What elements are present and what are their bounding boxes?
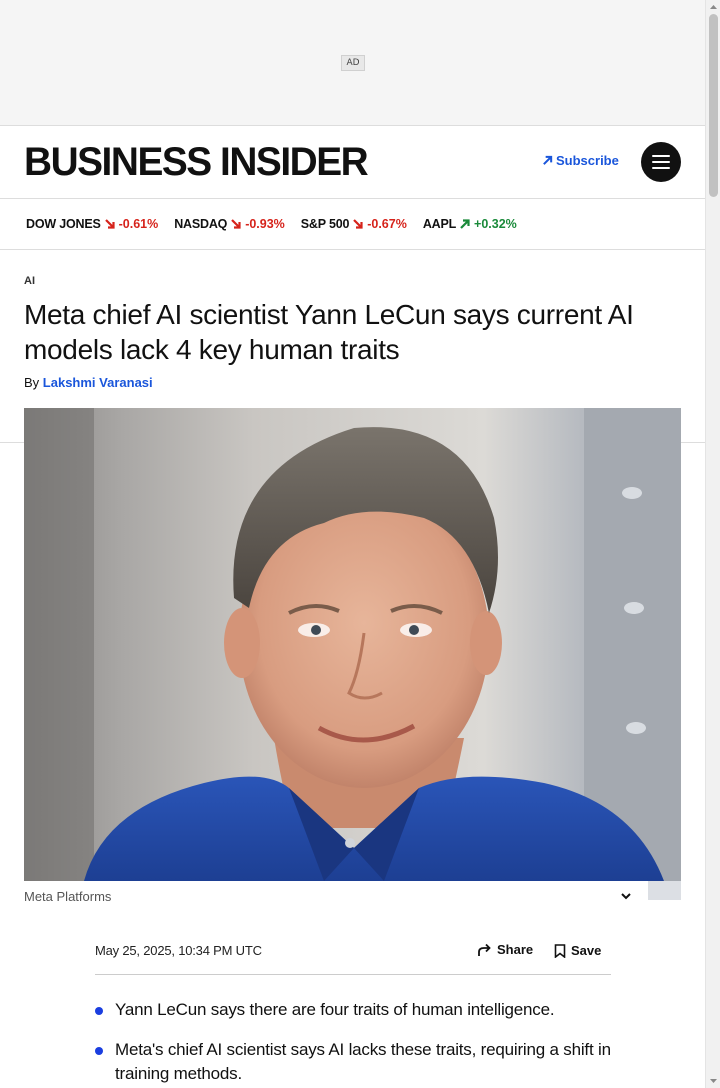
share-icon bbox=[478, 943, 491, 956]
publish-date: May 25, 2025, 10:34 PM UTC bbox=[95, 943, 262, 958]
arrow-up-right-icon bbox=[543, 155, 553, 165]
article-category[interactable]: AI bbox=[24, 275, 35, 287]
subscribe-label: Subscribe bbox=[556, 153, 619, 168]
scrollbar[interactable] bbox=[705, 0, 720, 1088]
ticker-item-sp500[interactable]: S&P 500 -0.67% bbox=[301, 217, 407, 231]
scroll-down-icon[interactable] bbox=[709, 1077, 718, 1085]
key-points-list: Yann LeCun says there are four traits of… bbox=[95, 998, 611, 1088]
ticker-symbol: AAPL bbox=[422, 217, 457, 231]
key-point-text: Yann LeCun says there are four traits of… bbox=[115, 1000, 555, 1019]
share-button[interactable]: Share bbox=[477, 942, 533, 957]
key-point-text: Meta's chief AI scientist says AI lacks … bbox=[115, 1040, 611, 1083]
ticker-change: -0.61% bbox=[118, 217, 159, 231]
scrollbar-thumb[interactable] bbox=[709, 14, 718, 197]
chevron-down-icon[interactable] bbox=[619, 889, 633, 903]
subscribe-button[interactable]: Subscribe bbox=[542, 153, 619, 168]
arrow-up-right-icon bbox=[460, 219, 470, 229]
save-label: Save bbox=[571, 943, 602, 958]
article-meta-row: May 25, 2025, 10:34 PM UTC Share Save bbox=[95, 930, 611, 975]
ticker-symbol: S&P 500 bbox=[300, 217, 350, 231]
share-label: Share bbox=[497, 942, 534, 957]
ticker-change: -0.93% bbox=[245, 217, 285, 231]
ad-slot[interactable]: AD bbox=[0, 0, 705, 126]
bullet-icon bbox=[95, 1047, 103, 1055]
byline: By Lakshmi Varanasi bbox=[24, 375, 153, 390]
bookmark-icon bbox=[554, 943, 566, 958]
ticker-item-dow[interactable]: DOW JONES -0.61% bbox=[26, 217, 158, 231]
article-headline: Meta chief AI scientist Yann LeCun says … bbox=[24, 299, 634, 365]
bullet-icon bbox=[95, 1007, 103, 1015]
image-edge bbox=[648, 881, 681, 900]
ad-label: AD bbox=[341, 55, 365, 71]
ticker-symbol: NASDAQ bbox=[174, 217, 228, 231]
image-caption: Meta Platforms bbox=[24, 889, 112, 904]
scroll-up-icon[interactable] bbox=[709, 3, 718, 11]
site-header: BUSINESS INSIDER Subscribe bbox=[0, 126, 705, 199]
page: AD BUSINESS INSIDER Subscribe DOW JONES … bbox=[0, 0, 705, 1088]
ticker-symbol: DOW JONES bbox=[26, 217, 101, 231]
byline-prefix: By bbox=[24, 375, 40, 390]
arrow-down-right-icon bbox=[353, 219, 363, 229]
arrow-down-right-icon bbox=[104, 219, 115, 229]
hero-image[interactable] bbox=[24, 408, 681, 881]
author-link[interactable]: Lakshmi Varanasi bbox=[43, 375, 153, 390]
ticker-change: +0.32% bbox=[474, 217, 517, 231]
key-point: Yann LeCun says there are four traits of… bbox=[95, 998, 611, 1022]
hamburger-icon bbox=[652, 155, 670, 169]
menu-button[interactable] bbox=[641, 142, 681, 182]
save-button[interactable]: Save bbox=[554, 943, 601, 958]
ticker-change: -0.67% bbox=[367, 217, 407, 231]
ticker-item-nasdaq[interactable]: NASDAQ -0.93% bbox=[174, 217, 285, 231]
portrait-photo bbox=[24, 408, 681, 881]
market-ticker: DOW JONES -0.61% NASDAQ -0.93% S&P 500 -… bbox=[0, 199, 705, 250]
key-point: Meta's chief AI scientist says AI lacks … bbox=[95, 1038, 611, 1086]
site-logo[interactable]: BUSINESS INSIDER bbox=[24, 140, 369, 184]
ticker-item-aapl[interactable]: AAPL +0.32% bbox=[423, 217, 517, 231]
arrow-down-right-icon bbox=[231, 219, 241, 229]
